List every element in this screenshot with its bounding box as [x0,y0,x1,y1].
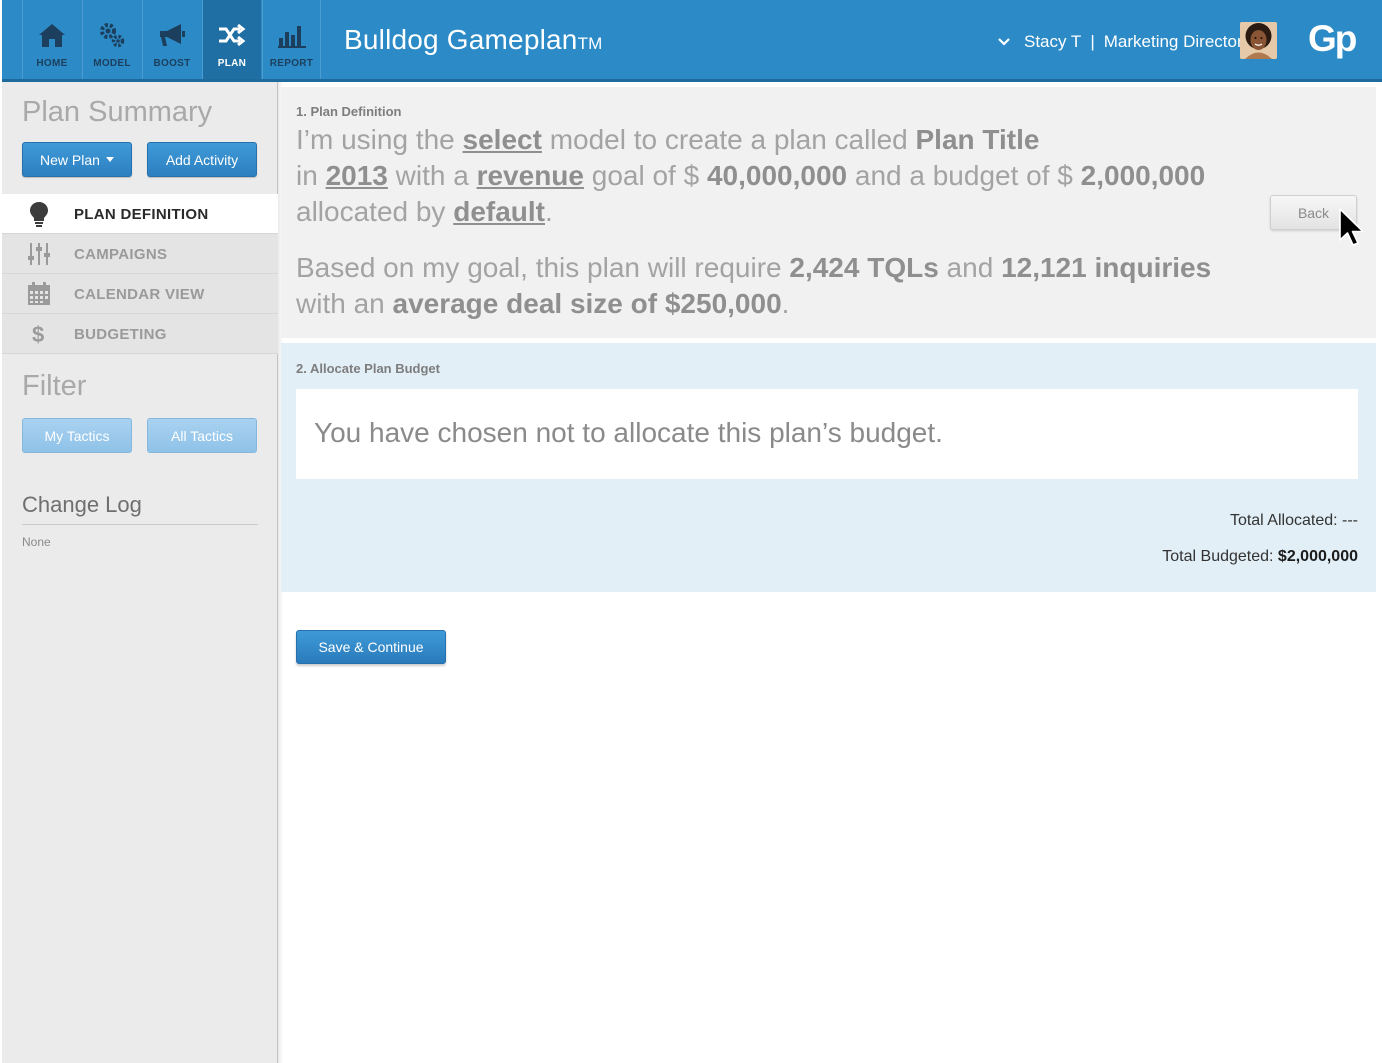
user-separator: | [1090,32,1095,51]
change-log: Change Log None [22,492,258,549]
app-title-text: Bulldog Gameplan [344,24,578,55]
back-label: Back [1297,204,1330,221]
change-log-value: None [22,535,51,549]
sentence-text: Based on my goal, this plan will require [296,252,790,283]
trademark-mark: TM [577,34,603,53]
plan-title-value[interactable]: Plan Title [916,124,1040,155]
nav-tab-label: BOOST [153,58,191,69]
home-icon [23,20,81,50]
bar-chart-icon [263,20,320,50]
plan-definition-section: 1. Plan Definition I’m using the select … [281,87,1376,338]
total-allocated-label: Total Allocated: [1229,512,1343,529]
sentence-text: . [545,196,553,227]
new-plan-label: New Plan [40,151,100,168]
my-tactics-button[interactable]: My Tactics [22,418,132,453]
new-plan-button[interactable]: New Plan [22,142,132,177]
nav-tab-label: MODEL [93,58,131,69]
megaphone-icon [143,20,201,50]
user-role: Marketing Director [1103,32,1243,51]
top-navigation-bar: HOME MODEL BOOST PLAN REPORT Bulldog Gam… [2,0,1382,82]
plan-summary-title: Plan Summary [22,96,213,128]
allocation-notice: You have chosen not to allocate this pla… [296,389,1358,479]
menu-item-label: CAMPAIGNS [74,246,168,263]
shuffle-icon [203,20,261,50]
nav-tab-home[interactable]: HOME [22,0,81,79]
dollar-icon: $ [27,322,51,346]
sentence-text: with an [296,288,393,319]
plan-definition-sentence: I’m using the select model to create a p… [296,122,1256,230]
sentence-text: goal of $ [583,160,707,191]
my-tactics-label: My Tactics [44,427,110,444]
menu-item-calendar-view[interactable]: CALENDAR VIEW [2,274,278,314]
allocation-select-link[interactable]: default [453,196,545,227]
sentence-text: model to create a plan called [541,124,916,155]
sentence-text: with a [387,160,477,191]
nav-tab-label: PLAN [217,58,247,69]
deal-size-value: average deal size of $250,000 [392,288,782,319]
menu-item-plan-definition[interactable]: PLAN DEFINITION [2,194,278,234]
nav-tab-plan[interactable]: PLAN [202,0,261,79]
save-continue-button[interactable]: Save & Continue [296,630,446,664]
goal-amount-value[interactable]: 40,000,000 [707,160,847,191]
plan-requirements-sentence: Based on my goal, this plan will require… [296,250,1256,322]
filter-title: Filter [22,370,87,402]
nav-tab-label: REPORT [269,58,314,69]
nav-tab-report[interactable]: REPORT [262,0,321,79]
change-log-title: Change Log [22,492,258,525]
tqls-value: 2,424 TQLs [789,252,939,283]
total-budgeted-label: Total Budgeted: [1162,548,1278,565]
add-activity-button[interactable]: Add Activity [147,142,257,177]
chevron-down-icon [998,38,1014,46]
sliders-icon [27,242,51,266]
svg-text:$: $ [32,322,44,346]
allocation-notice-text: You have chosen not to allocate this pla… [314,417,943,448]
total-allocated: Total Allocated: --- [1230,512,1358,530]
plan-menu: PLAN DEFINITION CAMPAIGNS CALENDAR VIEW … [2,194,278,354]
all-tactics-label: All Tactics [171,427,233,444]
mouse-pointer-icon [1338,207,1368,251]
menu-item-budgeting[interactable]: $ BUDGETING [2,314,278,354]
lightbulb-icon [27,202,51,227]
all-tactics-button[interactable]: All Tactics [147,418,257,453]
gears-icon [83,20,141,50]
nav-tab-label: HOME [36,58,68,69]
budget-amount-value[interactable]: 2,000,000 [1081,160,1206,191]
save-continue-label: Save & Continue [318,639,424,655]
sentence-text: allocated by [296,196,454,227]
add-activity-label: Add Activity [165,151,239,168]
sentence-text: and a budget of $ [847,160,1081,191]
inquiries-value: 12,121 inquiries [1001,252,1212,283]
model-select-link[interactable]: select [463,124,542,155]
gameplan-logo: Gp [1308,18,1357,59]
calendar-icon [27,282,51,306]
plan-definition-heading: 1. Plan Definition [296,104,402,119]
nav-tab-boost[interactable]: BOOST [142,0,201,79]
app-title: Bulldog GameplanTM [344,24,603,56]
allocate-budget-heading: 2. Allocate Plan Budget [296,361,440,376]
year-select-link[interactable]: 2013 [326,160,388,191]
goal-type-select-link[interactable]: revenue [477,160,584,191]
allocate-budget-section: 2. Allocate Plan Budget You have chosen … [281,343,1376,592]
nav-tab-model[interactable]: MODEL [82,0,141,79]
menu-item-label: CALENDAR VIEW [74,286,205,303]
avatar[interactable] [1240,22,1277,59]
sentence-text: and [938,252,1002,283]
total-budgeted-value: $2,000,000 [1277,548,1358,565]
user-menu[interactable]: Stacy T | Marketing Director [998,30,1243,54]
menu-item-label: PLAN DEFINITION [74,206,209,223]
sentence-text: I’m using the [296,124,463,155]
sentence-text: . [781,288,790,319]
sentence-text: in [296,160,326,191]
user-name: Stacy T [1024,32,1082,51]
menu-item-label: BUDGETING [74,326,167,343]
total-allocated-value: --- [1342,512,1358,529]
total-budgeted: Total Budgeted: $2,000,000 [1162,548,1358,566]
menu-item-campaigns[interactable]: CAMPAIGNS [2,234,278,274]
caret-down-icon [105,157,114,162]
sidebar: Plan Summary New Plan Add Activity PLAN … [2,82,283,1063]
